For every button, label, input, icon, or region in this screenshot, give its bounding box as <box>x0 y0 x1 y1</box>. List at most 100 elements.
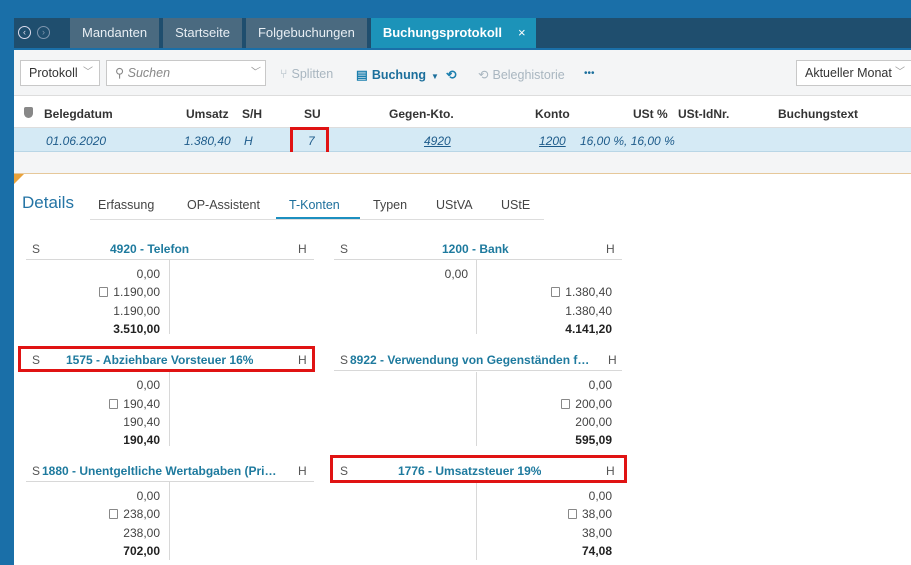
tkonto-value: 1.380,40 <box>512 285 612 299</box>
document-icon[interactable] <box>109 399 119 409</box>
tkonto-value: 0,00 <box>136 267 160 281</box>
document-icon: ▤ <box>356 68 368 82</box>
cell-sh: H <box>244 134 253 148</box>
tkonto-value: 0,00 <box>136 489 160 503</box>
tab-strip: ‹ › Mandanten Startseite Folgebuchungen … <box>14 18 911 48</box>
buchung-button[interactable]: ▤ Buchung ▼ <box>356 67 439 82</box>
tkonto-sum: 595,09 <box>575 433 612 447</box>
history-icon: ⟲ <box>478 68 489 82</box>
col-su[interactable]: SU <box>304 107 321 121</box>
tab-ustva[interactable]: UStVA <box>436 198 473 212</box>
tkonto-header-1200: S 1200 - Bank H <box>334 238 622 260</box>
tkonto-divider <box>169 372 170 446</box>
tkonto-header-8922: S 8922 - Verwendung von Gegenständen f… … <box>334 349 622 371</box>
tkonto-sum: 702,00 <box>123 544 160 558</box>
tab-startseite[interactable]: Startseite <box>163 18 242 48</box>
document-icon[interactable] <box>561 399 571 409</box>
tkonto-value: 1.190,00 <box>113 304 160 318</box>
highlight-box-1776 <box>330 455 627 483</box>
beleghistorie-button[interactable]: ⟲ Beleghistorie <box>478 67 565 82</box>
cell-belegdatum: 01.06.2020 <box>46 134 107 148</box>
col-ustidnr[interactable]: USt-IdNr. <box>678 107 729 121</box>
chevron-down-icon: ﹀ <box>249 67 259 78</box>
tab-erfassung[interactable]: Erfassung <box>98 198 154 212</box>
toolbar: Protokoll ﹀ ⚲ Suchen ﹀ ⑂ Splitten ▤ Buchung ▼… <box>14 50 911 96</box>
top-bar: ‹ › Mandanten Startseite Folgebuchungen … <box>0 0 911 50</box>
document-icon[interactable] <box>109 509 119 519</box>
refresh-button[interactable]: ⟲ <box>446 67 460 82</box>
nav-arrows: ‹ › <box>18 26 50 39</box>
tabs-baseline <box>90 219 544 220</box>
tkonto-sum: 3.510,00 <box>113 322 160 336</box>
tkonto-divider <box>169 482 170 560</box>
chevron-down-icon: ﹀ <box>83 67 93 78</box>
tkonto-value: 1.190,00 <box>60 285 160 299</box>
tab-buchungsprotokoll[interactable]: Buchungsprotokoll × <box>370 18 536 48</box>
tkonto-divider <box>476 260 477 334</box>
col-gegenkto[interactable]: Gegen-Kto. <box>389 107 454 121</box>
highlight-box-su <box>290 127 329 155</box>
more-button[interactable]: ••• <box>584 68 595 79</box>
table-row[interactable]: 01.06.2020 1.380,40 H 7 4920 1200 16,00 … <box>14 128 911 152</box>
tab-op-assistent[interactable]: OP-Assistent <box>187 198 260 212</box>
tab-uste[interactable]: UStE <box>501 198 530 212</box>
details-title: Details <box>22 193 74 212</box>
tab-mandanten[interactable]: Mandanten <box>70 18 160 48</box>
tkonto-value: 238,00 <box>60 507 160 521</box>
corner-marker <box>14 174 24 184</box>
cell-ust: 16,00 %, 16,00 % <box>580 134 675 148</box>
col-belegdatum[interactable]: Belegdatum <box>44 107 113 121</box>
back-icon[interactable]: ‹ <box>18 26 31 39</box>
close-icon[interactable]: × <box>518 25 526 40</box>
document-icon[interactable] <box>551 287 561 297</box>
chevron-down-icon: ﹀ <box>895 67 905 78</box>
tab-typen[interactable]: Typen <box>373 198 407 212</box>
document-icon[interactable] <box>99 287 109 297</box>
tkonto-value: 238,00 <box>123 526 160 540</box>
refresh-icon: ⟲ <box>446 68 457 82</box>
tkonto-header-1880: S 1880 - Unentgeltliche Wertabgaben (Pri… <box>26 460 314 482</box>
active-tab-indicator <box>276 217 360 219</box>
highlight-box-1575 <box>18 346 315 372</box>
tkonto-sum: 74,08 <box>581 544 612 558</box>
search-input[interactable]: ⚲ Suchen ﹀ <box>106 60 266 86</box>
tkonto-value: 38,00 <box>512 507 612 521</box>
tkonto-value: 190,40 <box>60 397 160 411</box>
tkonto-value: 0,00 <box>136 378 160 392</box>
cell-konto[interactable]: 1200 <box>539 134 566 148</box>
shield-icon <box>24 107 33 118</box>
split-icon: ⑂ <box>280 67 288 81</box>
period-select[interactable]: Aktueller Monat ﹀ <box>796 60 911 86</box>
col-buchungstext[interactable]: Buchungstext <box>778 107 858 121</box>
tkonto-divider <box>476 372 477 446</box>
caret-down-icon: ▼ <box>430 72 439 81</box>
cell-umsatz: 1.380,40 <box>184 134 231 148</box>
col-umsatz[interactable]: Umsatz <box>186 107 229 121</box>
col-sh[interactable]: S/H <box>242 107 262 121</box>
col-konto[interactable]: Konto <box>535 107 570 121</box>
left-stripe <box>0 50 14 565</box>
tkonto-sum: 4.141,20 <box>565 322 612 336</box>
tkonto-value: 200,00 <box>512 397 612 411</box>
tkonto-divider <box>476 483 477 560</box>
col-ust[interactable]: USt % <box>633 107 668 121</box>
tkonto-value: 0,00 <box>444 267 468 281</box>
search-icon: ⚲ <box>115 66 125 80</box>
splitten-button[interactable]: ⑂ Splitten <box>280 67 333 81</box>
tkonto-header-4920: S 4920 - Telefon H <box>26 238 314 260</box>
tab-folgebuchungen[interactable]: Folgebuchungen <box>245 18 367 48</box>
forward-icon[interactable]: › <box>37 26 50 39</box>
protokoll-select[interactable]: Protokoll ﹀ <box>20 60 100 86</box>
tkonto-sum: 190,40 <box>123 433 160 447</box>
tkonto-value: 1.380,40 <box>565 304 612 318</box>
tkonto-value: 0,00 <box>588 378 612 392</box>
top-tabs: Mandanten Startseite Folgebuchungen Buch… <box>70 18 540 48</box>
cell-gegenkto[interactable]: 4920 <box>424 134 451 148</box>
tkonto-value: 190,40 <box>123 415 160 429</box>
tkonto-value: 38,00 <box>581 526 612 540</box>
tkonto-value: 0,00 <box>588 489 612 503</box>
table-header: Belegdatum Umsatz S/H SU Gegen-Kto. Kont… <box>14 96 911 128</box>
tab-t-konten[interactable]: T-Konten <box>289 198 340 212</box>
separator <box>14 152 911 174</box>
document-icon[interactable] <box>567 509 577 519</box>
